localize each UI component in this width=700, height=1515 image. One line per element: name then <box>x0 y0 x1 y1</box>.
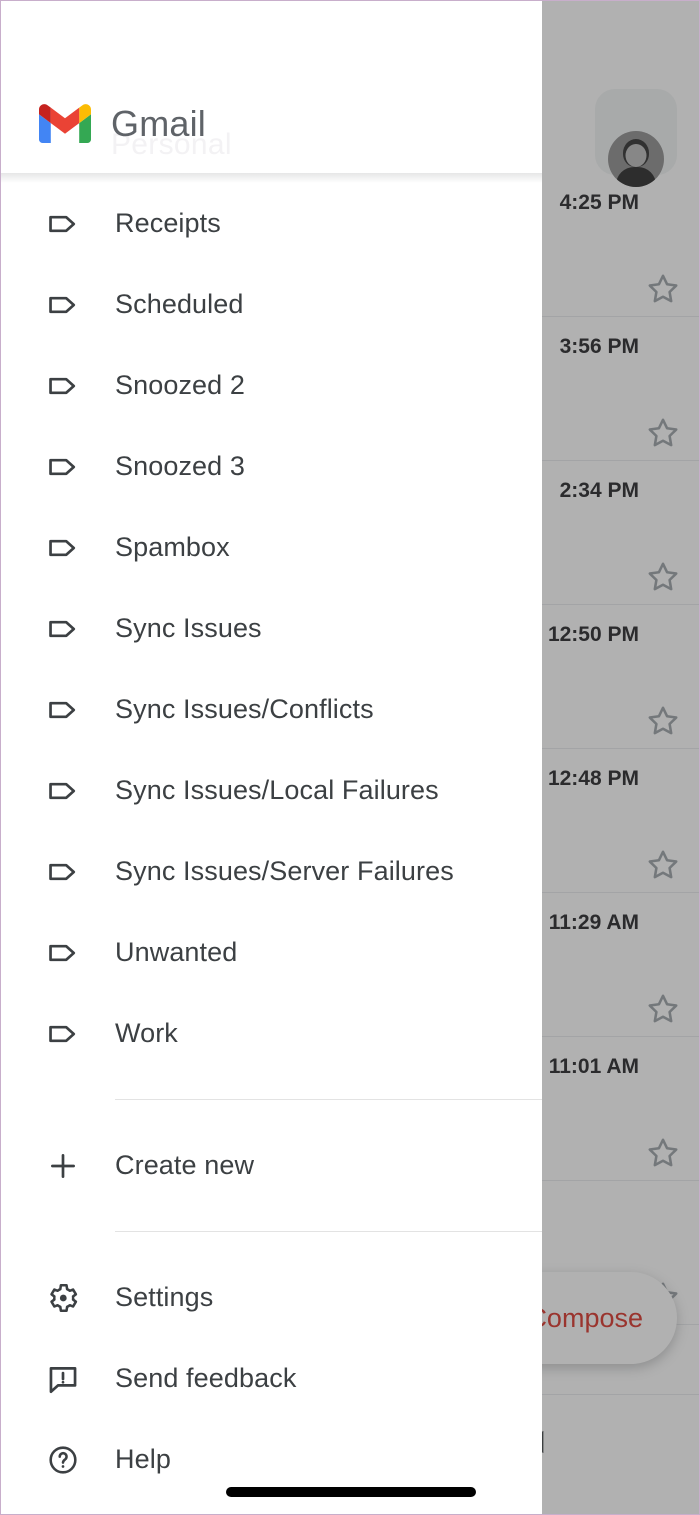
drawer-item-unwanted[interactable]: Unwanted <box>1 912 542 993</box>
drawer-header-shadow <box>1 173 542 183</box>
drawer-item-label: Help <box>115 1444 171 1474</box>
help-icon <box>45 1442 81 1478</box>
brand: Gmail <box>39 104 206 143</box>
drawer-item-scheduled[interactable]: Scheduled <box>1 264 542 345</box>
drawer-item-label: Sync Issues <box>115 613 262 643</box>
drawer-item-sync-issues[interactable]: Sync Issues <box>1 588 542 669</box>
drawer-item-label: Spambox <box>115 532 230 562</box>
gear-icon <box>45 1280 81 1316</box>
label-icon <box>45 530 81 566</box>
drawer-item-label: Snoozed 3 <box>115 451 246 481</box>
label-icon <box>45 368 81 404</box>
label-icon <box>45 692 81 728</box>
drawer-item-snoozed-2[interactable]: Snoozed 2 <box>1 345 542 426</box>
drawer-item-work[interactable]: Work <box>1 993 542 1074</box>
drawer-item-label: Scheduled <box>115 289 244 319</box>
label-icon <box>45 773 81 809</box>
drawer-item-label: Sync Issues/Local Failures <box>115 775 439 805</box>
drawer-item-send-feedback[interactable]: Send feedback <box>1 1338 542 1419</box>
label-icon <box>45 206 81 242</box>
label-icon <box>45 287 81 323</box>
label-icon <box>45 1016 81 1052</box>
drawer-menu[interactable]: Receipts Scheduled Snoozed 2 Snoozed 3 Spamb… <box>1 183 542 1500</box>
drawer-item-label: Sync Issues/Conflicts <box>115 694 374 724</box>
drawer-item-create-new[interactable]: Create new <box>1 1125 542 1206</box>
phone-screen: 4:25 PM…gar 😎…stem…3:56 PM…2:34 PM…ings…… <box>0 0 700 1515</box>
gmail-logo-icon <box>39 104 91 143</box>
drawer-item-sync-issues-conflicts[interactable]: Sync Issues/Conflicts <box>1 669 542 750</box>
drawer-item-sync-issues-local-failures[interactable]: Sync Issues/Local Failures <box>1 750 542 831</box>
drawer-item-label: Sync Issues/Server Failures <box>115 856 454 886</box>
drawer-item-label: Work <box>115 1018 178 1048</box>
label-icon <box>45 611 81 647</box>
label-icon <box>45 935 81 971</box>
feedback-icon <box>45 1361 81 1397</box>
drawer-item-label: Send feedback <box>115 1363 297 1393</box>
drawer-item-sync-issues-server-failures[interactable]: Sync Issues/Server Failures <box>1 831 542 912</box>
plus-icon <box>45 1148 81 1184</box>
drawer-item-receipts[interactable]: Receipts <box>1 183 542 264</box>
drawer-item-snoozed-3[interactable]: Snoozed 3 <box>1 426 542 507</box>
drawer-item-label: Snoozed 2 <box>115 370 246 400</box>
label-icon <box>45 854 81 890</box>
drawer-item-label: Receipts <box>115 208 221 238</box>
brand-name: Gmail <box>111 102 207 144</box>
label-icon <box>45 449 81 485</box>
drawer-item-label: Settings <box>115 1282 214 1312</box>
home-indicator <box>226 1487 476 1497</box>
drawer-item-spambox[interactable]: Spambox <box>1 507 542 588</box>
drawer-header: Personal Gmail <box>1 1 542 173</box>
navigation-drawer: Personal Gmail Receipts Scheduled Snoozed … <box>1 1 542 1514</box>
drawer-item-label: Create new <box>115 1150 255 1180</box>
drawer-item-settings[interactable]: Settings <box>1 1257 542 1338</box>
drawer-item-label: Unwanted <box>115 937 238 967</box>
